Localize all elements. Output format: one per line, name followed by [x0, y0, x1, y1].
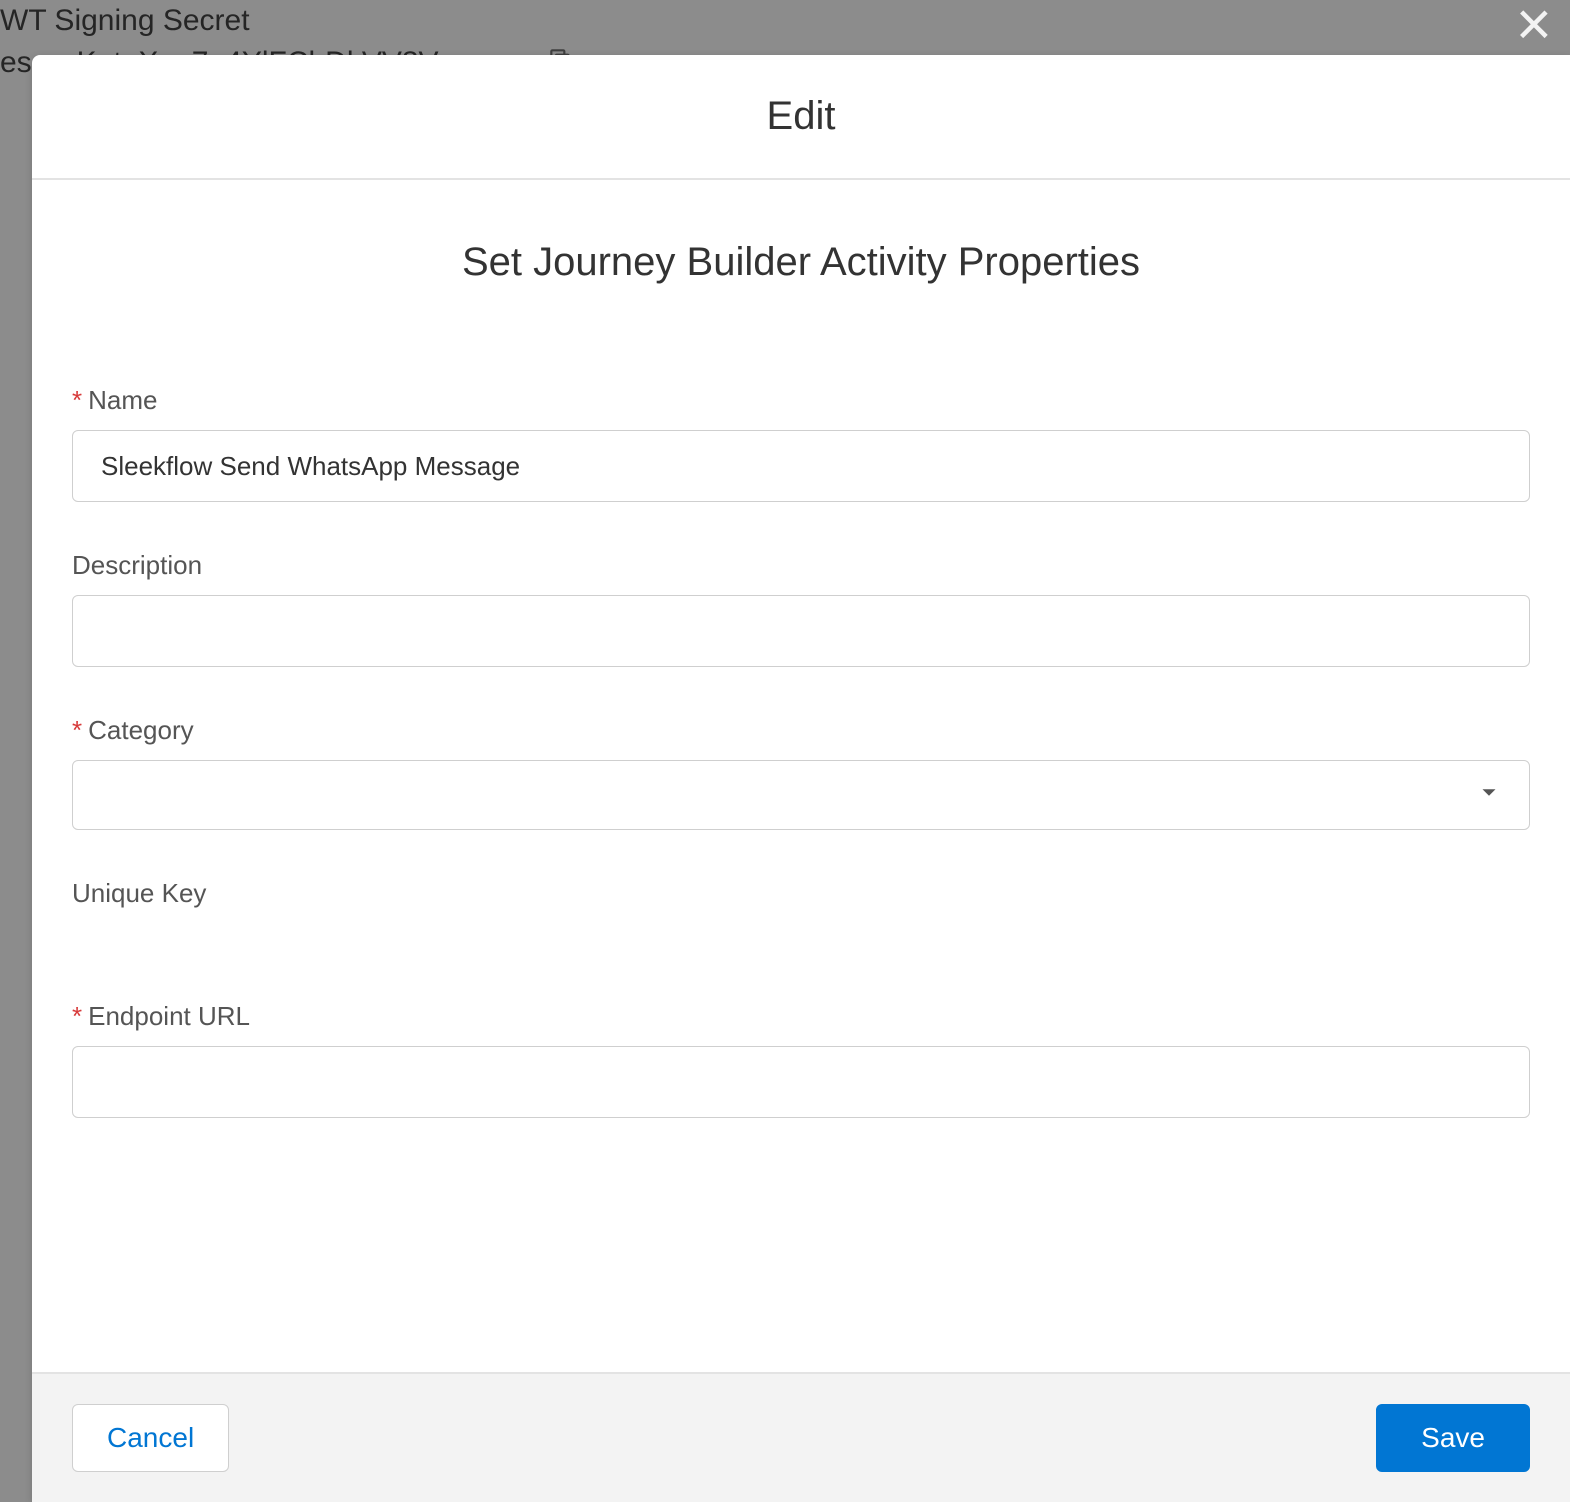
unique-key-label: Unique Key [72, 878, 1530, 909]
background-title: WT Signing Secret [0, 0, 573, 42]
modal-header: Edit [32, 55, 1570, 180]
unique-key-label-text: Unique Key [72, 878, 206, 908]
modal-footer: Cancel Save [32, 1372, 1570, 1502]
field-description: Description [72, 550, 1530, 667]
unique-key-value [72, 923, 1530, 953]
field-unique-key: Unique Key [72, 878, 1530, 953]
modal-title: Edit [767, 94, 836, 139]
name-label: *Name [72, 385, 1530, 416]
modal-body: Set Journey Builder Activity Properties … [32, 180, 1570, 1372]
name-input[interactable] [72, 430, 1530, 502]
required-star: * [72, 715, 82, 745]
cancel-button[interactable]: Cancel [72, 1404, 229, 1472]
description-input[interactable] [72, 595, 1530, 667]
required-star: * [72, 385, 82, 415]
endpoint-url-input[interactable] [72, 1046, 1530, 1118]
field-category: *Category [72, 715, 1530, 830]
category-label-text: Category [88, 715, 194, 745]
endpoint-url-label-text: Endpoint URL [88, 1001, 250, 1031]
field-name: *Name [72, 385, 1530, 502]
required-star: * [72, 1001, 82, 1031]
description-label: Description [72, 550, 1530, 581]
category-select-wrapper [72, 760, 1530, 830]
edit-modal: Edit Set Journey Builder Activity Proper… [32, 55, 1570, 1502]
endpoint-url-label: *Endpoint URL [72, 1001, 1530, 1032]
description-label-text: Description [72, 550, 202, 580]
section-title: Set Journey Builder Activity Properties [72, 240, 1530, 285]
close-icon[interactable]: × [1516, 0, 1552, 56]
category-label: *Category [72, 715, 1530, 746]
category-select[interactable] [72, 760, 1530, 830]
field-endpoint-url: *Endpoint URL [72, 1001, 1530, 1118]
save-button[interactable]: Save [1376, 1404, 1530, 1472]
name-label-text: Name [88, 385, 157, 415]
